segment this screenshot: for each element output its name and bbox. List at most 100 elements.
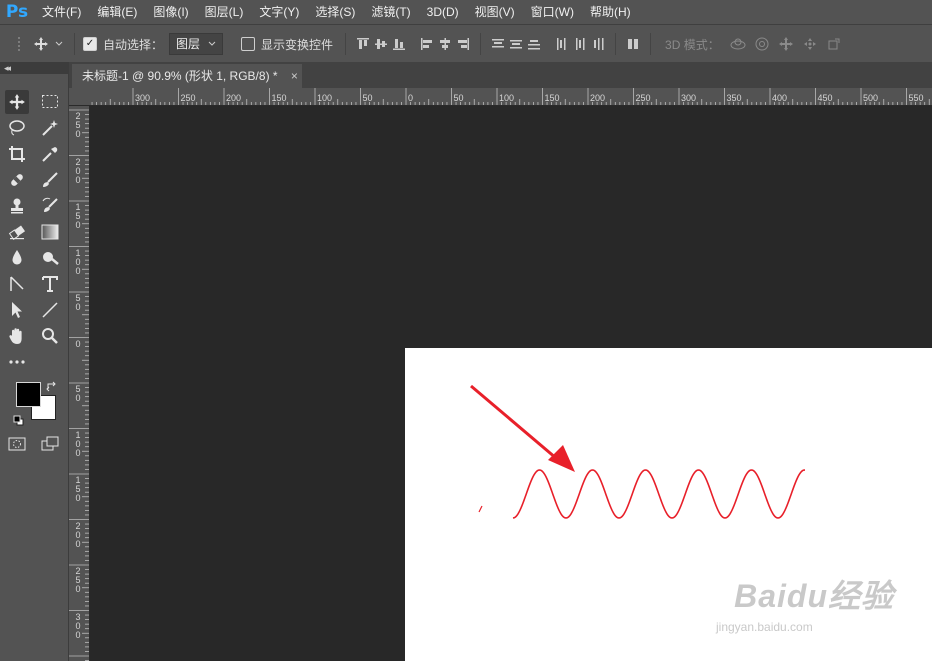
auto-select-label: 自动选择： [103, 37, 164, 52]
ruler-tick-label: 0 [408, 93, 414, 103]
vertical-ruler[interactable]: 250 200 150 100 50 0 50 100 150 200 250 300 [69, 106, 90, 661]
gradient-tool-icon[interactable] [38, 220, 62, 244]
align-horizontal-center-icon[interactable] [436, 33, 454, 55]
menu-item[interactable]: 滤镜(T) [363, 0, 418, 24]
ruler-tick-label: 150 [75, 202, 81, 230]
divider [650, 33, 652, 55]
menu-item[interactable]: 文件(F) [34, 0, 89, 24]
3d-orbit-icon[interactable] [726, 33, 750, 55]
align-bottom-icon[interactable] [390, 33, 408, 55]
ruler-tick-label: 150 [271, 93, 287, 103]
pen-tool-icon[interactable] [5, 272, 29, 296]
menu-item[interactable]: 选择(S) [307, 0, 363, 24]
ruler-tick-label: 250 [75, 566, 81, 594]
distribute-left-icon[interactable] [553, 33, 571, 55]
ruler-tick-label: 200 [75, 156, 81, 185]
ruler-tick-label: 150 [544, 93, 560, 103]
menu-item[interactable]: 3D(D) [419, 0, 467, 24]
3d-mode-label: 3D 模式： [665, 37, 720, 52]
close-icon[interactable]: × [291, 69, 298, 83]
3d-slide-icon[interactable] [798, 33, 822, 55]
eraser-tool-icon[interactable] [5, 220, 29, 244]
divider [345, 33, 347, 55]
ruler-tick-label: 250 [635, 93, 651, 103]
ruler-tick-label: 150 [75, 475, 81, 503]
ruler-tick-label: 550 [908, 93, 924, 103]
line-tool-icon[interactable] [38, 298, 62, 322]
ruler-tick-label: 250 [180, 93, 196, 103]
dodge-tool-icon[interactable] [38, 246, 62, 270]
path-selection-tool-icon[interactable] [5, 298, 29, 322]
auto-select-target-value: 图层 [176, 37, 201, 51]
menu-item[interactable]: 编辑(E) [89, 0, 145, 24]
eyedropper-tool-icon[interactable] [38, 142, 62, 166]
ruler-tick-label: 300 [75, 611, 81, 640]
chevron-down-icon[interactable] [52, 33, 66, 55]
foreground-color-swatch[interactable] [16, 382, 41, 407]
ruler-tick-label: 300 [681, 93, 697, 103]
watermark-url: jingyan.baidu.com [716, 620, 813, 634]
menu-item[interactable]: 图像(I) [145, 0, 196, 24]
auto-select-target-select[interactable]: 图层 [169, 33, 224, 55]
brush-tool-icon[interactable] [38, 168, 62, 192]
distribute-vertical-center-icon[interactable] [507, 33, 525, 55]
menu-item[interactable]: 图层(L) [197, 0, 252, 24]
show-transform-checkbox[interactable] [241, 37, 256, 51]
document-tab-title: 未标题-1 @ 90.9% (形状 1, RGB/8) * [82, 69, 278, 83]
ruler-tick-label: 450 [817, 93, 833, 103]
watermark-logo: Baidu经验 [734, 571, 894, 617]
menu-bar: Ps 文件(F) 编辑(E) 图像(I) 图层(L) 文字(Y) 选择(S) 滤镜(T) 3D… [0, 0, 932, 24]
lasso-tool-icon[interactable] [5, 116, 29, 140]
auto-select-checkbox[interactable]: ✓ [83, 37, 97, 51]
align-right-icon[interactable] [454, 33, 472, 55]
crop-tool-icon[interactable] [5, 142, 29, 166]
ruler-tick-label: 0 [75, 338, 81, 349]
align-left-icon[interactable] [418, 33, 436, 55]
distribute-bottom-icon[interactable] [525, 33, 543, 55]
ruler-tick-label: 200 [226, 93, 242, 103]
ruler-origin[interactable] [69, 88, 90, 106]
zoom-tool-icon[interactable] [38, 324, 62, 348]
menu-item[interactable]: 帮助(H) [582, 0, 639, 24]
document-tab[interactable]: 未标题-1 @ 90.9% (形状 1, RGB/8) * × [72, 64, 302, 88]
default-colors-icon[interactable] [13, 413, 24, 431]
hand-tool-icon[interactable] [5, 324, 29, 348]
3d-scale-icon[interactable] [822, 33, 846, 55]
align-vertical-center-icon[interactable] [372, 33, 390, 55]
3d-pan-icon[interactable] [774, 33, 798, 55]
arrow-shaft [470, 384, 564, 466]
distribute-horizontal-center-icon[interactable] [571, 33, 589, 55]
blur-tool-icon[interactable] [5, 246, 29, 270]
divider [74, 33, 75, 55]
3d-roll-icon[interactable] [750, 33, 774, 55]
more-tools-icon[interactable] [5, 350, 29, 374]
distribute-top-icon[interactable] [489, 33, 507, 55]
move-tool-preset-icon[interactable] [30, 33, 52, 55]
swap-colors-icon[interactable] [46, 380, 58, 398]
menu-item[interactable]: 视图(V) [467, 0, 523, 24]
panel-collapse-button[interactable]: ◂◂ [0, 62, 68, 74]
sine-wave-shape[interactable] [478, 469, 805, 519]
type-tool-icon[interactable] [38, 272, 62, 296]
screen-mode-icon[interactable] [38, 432, 62, 456]
magic-wand-tool-icon[interactable] [38, 116, 62, 140]
healing-brush-tool-icon[interactable] [5, 168, 29, 192]
distribute-right-icon[interactable] [589, 33, 607, 55]
wave-path[interactable] [512, 469, 805, 519]
marquee-tool-icon[interactable] [38, 90, 62, 114]
ruler-tick-label: 200 [75, 520, 81, 549]
clone-stamp-tool-icon[interactable] [5, 194, 29, 218]
move-tool-icon[interactable] [5, 90, 29, 114]
menu-item[interactable]: 文字(Y) [251, 0, 307, 24]
auto-align-layers-icon[interactable] [624, 33, 642, 55]
history-brush-tool-icon[interactable] [38, 194, 62, 218]
photoshop-logo: Ps [5, 2, 29, 22]
horizontal-ruler[interactable]: 300 250 200 150 100 50 0 50 100 150 200 250 300 350 40… [89, 88, 932, 106]
quick-mask-icon[interactable] [5, 432, 29, 456]
ruler-tick-label: 100 [499, 93, 515, 103]
show-transform-label: 显示变换控件 [261, 37, 334, 52]
menu-item[interactable]: 窗口(W) [523, 0, 582, 24]
align-top-icon[interactable] [354, 33, 372, 55]
ruler-tick-label: 100 [75, 247, 81, 276]
ruler-tick-label: 300 [135, 93, 151, 103]
